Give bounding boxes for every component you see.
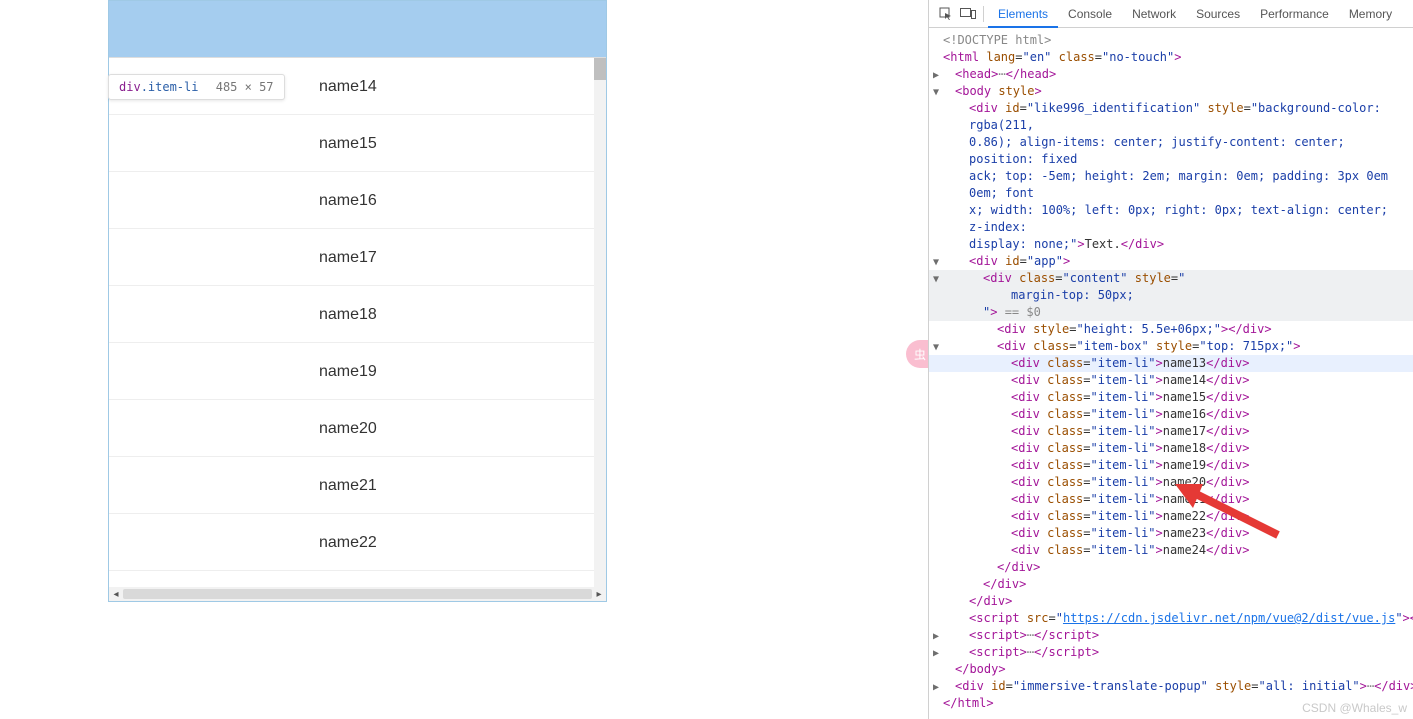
tooltip-tag: div — [119, 80, 141, 94]
tab-console[interactable]: Console — [1058, 0, 1122, 28]
item-li-node[interactable]: <div class="item-li">name20</div> — [929, 474, 1413, 491]
item-li-node[interactable]: <div class="item-li">name17</div> — [929, 423, 1413, 440]
device-toggle-icon[interactable] — [957, 8, 979, 20]
list-item: name15 — [109, 115, 594, 172]
close-div-node[interactable]: </div> — [929, 593, 1413, 610]
list-item: name19 — [109, 343, 594, 400]
content-node[interactable]: ⋯▼<div class="content" style=" — [929, 270, 1413, 287]
inspect-icon[interactable] — [935, 7, 957, 21]
head-node[interactable]: ▶<head>⋯</head> — [929, 66, 1413, 83]
script-cdn-node[interactable]: <script src="https://cdn.jsdelivr.net/np… — [929, 610, 1413, 627]
tooltip-dimensions: 485 × 57 — [216, 80, 274, 94]
close-body-node[interactable]: </body> — [929, 661, 1413, 678]
tab-memory[interactable]: Memory — [1339, 0, 1402, 28]
tab-network[interactable]: Network — [1122, 0, 1186, 28]
list-item: name22 — [109, 514, 594, 571]
close-div-node[interactable]: </div> — [929, 576, 1413, 593]
list-item: name16 — [109, 172, 594, 229]
page-scroll-area[interactable]: name14 name15 name16 name17 name18 name1… — [109, 57, 606, 587]
tab-sources[interactable]: Sources — [1186, 0, 1250, 28]
item-li-node[interactable]: <div class="item-li">name21</div> — [929, 491, 1413, 508]
immersive-node[interactable]: ▶<div id="immersive-translate-popup" sty… — [929, 678, 1413, 695]
script-node[interactable]: ▶<script>⋯</script> — [929, 644, 1413, 661]
watermark: CSDN @Whales_w — [1302, 701, 1407, 715]
item-li-node[interactable]: <div class="item-li">name22</div> — [929, 508, 1413, 525]
scroll-left-icon[interactable]: ◂ — [109, 587, 123, 601]
vertical-scrollbar[interactable] — [594, 58, 606, 587]
devtools-panel: Elements Console Network Sources Perform… — [928, 0, 1413, 719]
tooltip-class: .item-li — [141, 80, 199, 94]
app-node[interactable]: ▼<div id="app"> — [929, 253, 1413, 270]
item-li-node[interactable]: <div class="item-li">name18</div> — [929, 440, 1413, 457]
list-item: name21 — [109, 457, 594, 514]
body-node[interactable]: ▼<body style> — [929, 83, 1413, 100]
scroll-right-icon[interactable]: ▸ — [592, 587, 606, 601]
list-item: name20 — [109, 400, 594, 457]
item-li-node[interactable]: <div class="item-li">name24</div> — [929, 542, 1413, 559]
spacer-node[interactable]: <div style="height: 5.5e+06px;"></div> — [929, 321, 1413, 338]
close-div-node[interactable]: </div> — [929, 559, 1413, 576]
horizontal-scrollbar[interactable]: ◂ ▸ — [109, 587, 606, 601]
vertical-scrollbar-thumb[interactable] — [594, 58, 606, 80]
list-item: name18 — [109, 286, 594, 343]
item-li-node[interactable]: <div class="item-li">name23</div> — [929, 525, 1413, 542]
html-node[interactable]: <html lang="en" class="no-touch"> — [929, 49, 1413, 66]
dom-tree[interactable]: <!DOCTYPE html> <html lang="en" class="n… — [929, 28, 1413, 712]
inspector-tooltip: div.item-li 485 × 57 — [108, 74, 285, 100]
item-li-node[interactable]: <div class="item-li">name16</div> — [929, 406, 1413, 423]
horizontal-scrollbar-track[interactable] — [123, 589, 592, 599]
like996-node[interactable]: <div id="like996_identification" style="… — [929, 100, 1413, 134]
item-li-node[interactable]: <div class="item-li">name19</div> — [929, 457, 1413, 474]
tab-elements[interactable]: Elements — [988, 0, 1058, 28]
item-li-node[interactable]: <div class="item-li">name15</div> — [929, 389, 1413, 406]
tab-performance[interactable]: Performance — [1250, 0, 1339, 28]
item-box-node[interactable]: ▼<div class="item-box" style="top: 715px… — [929, 338, 1413, 355]
item-li-node[interactable]: <div class="item-li">name14</div> — [929, 372, 1413, 389]
item-box: name14 name15 name16 name17 name18 name1… — [109, 58, 594, 587]
doctype-node: <!DOCTYPE html> — [943, 33, 1051, 47]
list-item: name17 — [109, 229, 594, 286]
toolbar-separator — [983, 6, 984, 22]
devtools-toolbar: Elements Console Network Sources Perform… — [929, 0, 1413, 28]
script-node[interactable]: ▶<script>⋯</script> — [929, 627, 1413, 644]
page-highlight-bar — [109, 1, 606, 57]
item-li-node[interactable]: <div class="item-li">name13</div> — [929, 355, 1413, 372]
